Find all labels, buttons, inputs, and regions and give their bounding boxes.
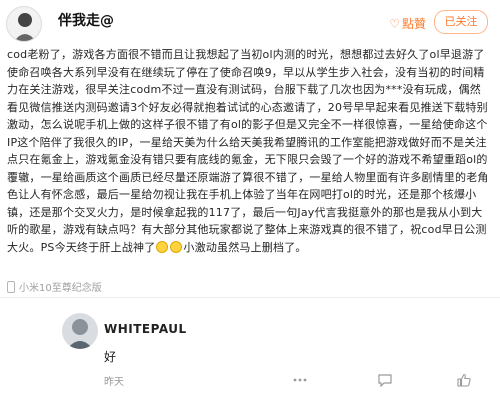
grin-emoji-icon	[156, 240, 169, 253]
comment-icon[interactable]	[377, 372, 393, 388]
like-button-label: 點贊	[401, 17, 426, 31]
phone-icon	[7, 280, 15, 293]
device-info: 小米10至尊纪念版	[7, 279, 102, 294]
author-avatar[interactable]	[6, 6, 42, 42]
more-icon[interactable]	[292, 372, 308, 386]
heart-icon: ♡	[389, 17, 400, 31]
reply-author-name[interactable]: WHITEPAUL	[104, 322, 187, 336]
post-body-tail: 小激动虽然马上删档了。	[183, 240, 307, 254]
post-body-text: cod老粉了，游戏各方面很不错而且让我想起了当初ol内测的时光，想想都过去好久了…	[7, 48, 489, 254]
reply-text: 好	[104, 350, 117, 364]
reply-time: 昨天	[104, 377, 124, 388]
device-label: 小米10至尊纪念版	[19, 283, 102, 294]
reply-avatar[interactable]	[62, 313, 98, 349]
divider	[0, 297, 500, 298]
post-body: cod老粉了，游戏各方面很不错而且让我想起了当初ol内测的时光，想想都过去好久了…	[7, 46, 490, 256]
follow-button[interactable]: 已关注	[434, 10, 488, 34]
post-author-name[interactable]: 伴我走@	[58, 10, 114, 30]
thumbs-up-icon[interactable]	[456, 372, 472, 387]
like-button[interactable]: ♡ 點贊	[389, 15, 426, 32]
grin-emoji-icon	[170, 240, 183, 253]
